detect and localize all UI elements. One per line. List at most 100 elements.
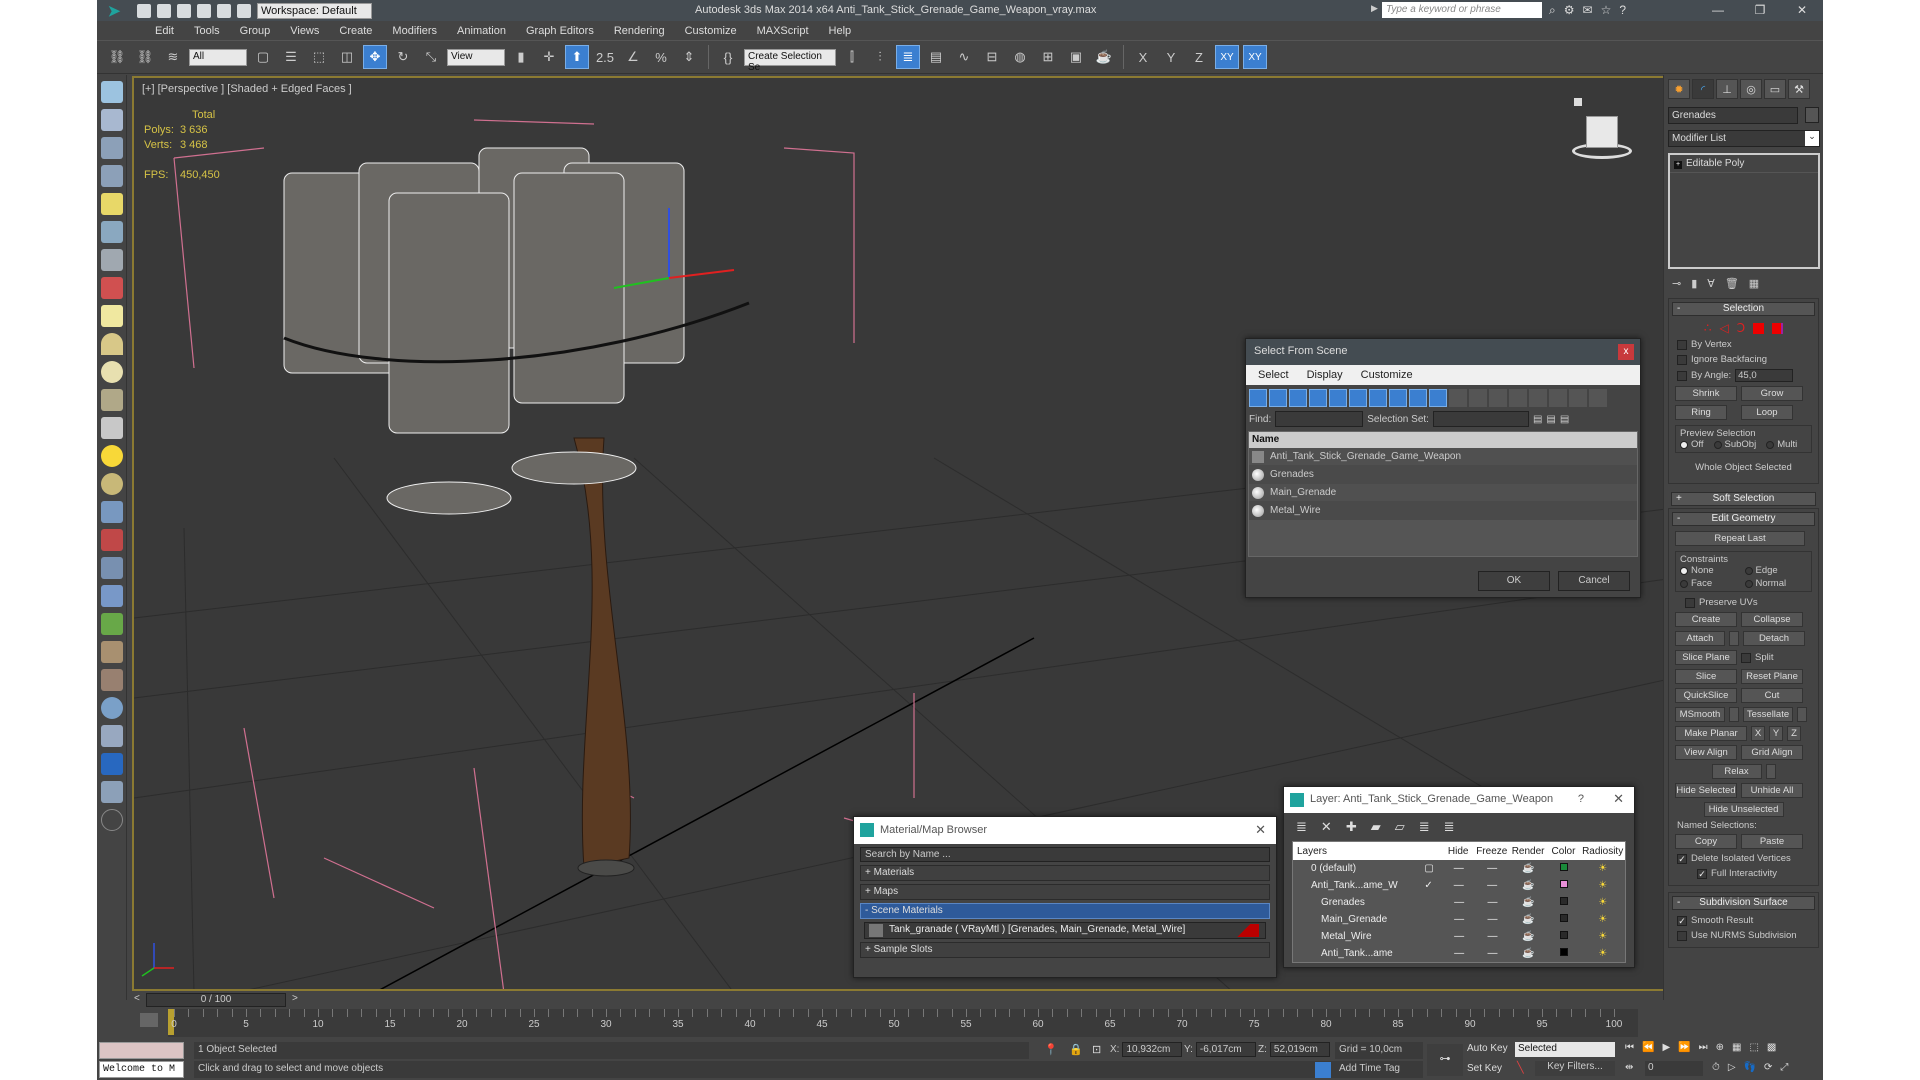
light-icon[interactable] [100, 193, 123, 215]
cloud-icon[interactable] [100, 585, 123, 607]
msmooth-settings-button[interactable] [1729, 707, 1739, 722]
freeze-toggle[interactable]: — [1475, 897, 1510, 908]
spinner-snap-icon[interactable]: ⇕ [677, 45, 701, 69]
detach-button[interactable]: Detach [1743, 631, 1805, 646]
material-item[interactable]: Tank_granade ( VRayMtl ) [Grenades, Main… [864, 922, 1266, 939]
zoom-extents-all-icon[interactable]: ▩ [1767, 1042, 1776, 1053]
hide-column[interactable]: Hide [1442, 846, 1474, 857]
unlink-icon[interactable]: ⛓ [133, 45, 157, 69]
shapes-filter-icon[interactable] [1269, 389, 1287, 407]
tessellate-button[interactable]: Tessellate [1743, 707, 1793, 722]
scene-materials-section[interactable]: - Scene Materials [860, 903, 1270, 919]
by-angle-checkbox[interactable]: By Angle: 45,0 [1669, 367, 1818, 384]
set-key-button[interactable]: Set Key [1467, 1063, 1502, 1074]
utilities-tab-icon[interactable]: ⚒ [1788, 79, 1810, 99]
name-column-header[interactable]: Name [1249, 432, 1637, 448]
binoculars-icon[interactable]: ⌕ [1549, 3, 1556, 18]
ox-icon[interactable] [100, 669, 123, 691]
export-icon[interactable] [100, 781, 123, 803]
isolate-icon[interactable]: 📍 [1044, 1043, 1058, 1056]
layer-name[interactable]: Anti_Tank...ame [1293, 948, 1425, 959]
angle-snap-icon[interactable]: ∠ [621, 45, 645, 69]
use-nurms-checkbox[interactable]: Use NURMS Subdivision [1669, 928, 1818, 943]
by-vertex-checkbox[interactable]: By Vertex [1669, 337, 1818, 352]
pin-stack-icon[interactable]: ⊸ [1672, 277, 1681, 290]
preserve-uvs-checkbox[interactable]: Preserve UVs [1669, 595, 1818, 610]
chevron-down-icon[interactable]: ⌄ [1805, 131, 1819, 146]
make-unique-icon[interactable]: ∀ [1707, 277, 1715, 290]
percent-snap-icon[interactable]: % [649, 45, 673, 69]
menu-tools[interactable]: Tools [184, 25, 230, 37]
preview-subobj-radio[interactable]: SubObj [1713, 439, 1756, 450]
set-key-icon[interactable]: ⊶ [1427, 1044, 1463, 1076]
menu-views[interactable]: Views [280, 25, 329, 37]
scale-icon[interactable]: ⤡ [419, 45, 443, 69]
render-teapot-icon[interactable]: ☕ [1510, 880, 1547, 891]
undo-icon[interactable] [197, 3, 211, 18]
structure-icon[interactable] [100, 557, 123, 579]
columns-icon[interactable] [1589, 389, 1607, 407]
shrink-button[interactable]: Shrink [1675, 386, 1737, 401]
axis-x-button[interactable]: X [1131, 45, 1155, 69]
radiosity-icon[interactable]: ☀ [1580, 880, 1625, 891]
select-all-icon[interactable] [1489, 389, 1507, 407]
remove-modifier-icon[interactable]: 🗑 [1725, 277, 1739, 290]
menu-create[interactable]: Create [329, 25, 382, 37]
layer-row[interactable]: Grenades — — ☕ ☀ [1293, 894, 1625, 911]
cancel-button[interactable]: Cancel [1558, 571, 1630, 591]
current-frame-field[interactable]: 0 [1645, 1061, 1703, 1076]
selection-set-dropdown[interactable] [1432, 411, 1529, 427]
grass-icon[interactable] [100, 613, 123, 635]
layer-color-swatch[interactable] [1559, 914, 1568, 922]
key-filters-button[interactable]: Key Filters... [1535, 1061, 1615, 1076]
maximize-viewport-icon[interactable]: ⤢ [1780, 1062, 1788, 1073]
hide-toggle[interactable]: — [1443, 897, 1475, 908]
freeze-toggle[interactable]: — [1475, 880, 1510, 891]
viewcube-box[interactable] [1586, 116, 1618, 148]
layer-row[interactable]: 0 (default) ▢ — — ☕ ☀ [1293, 860, 1625, 877]
highlight-layer-icon[interactable]: ▱ [1395, 819, 1405, 835]
find-input[interactable] [1275, 411, 1364, 427]
radiosity-icon[interactable]: ☀ [1581, 948, 1625, 959]
create-button[interactable]: Create [1675, 612, 1737, 627]
radiosity-icon[interactable]: ☀ [1581, 897, 1625, 908]
move-icon[interactable]: ✥ [363, 45, 387, 69]
track-bar-toggle-icon[interactable] [140, 1013, 158, 1027]
list-item[interactable]: Metal_Wire [1249, 502, 1637, 520]
layer-name[interactable]: 0 (default) [1293, 863, 1424, 874]
ring-button[interactable]: Ring [1675, 405, 1727, 420]
hide-all-icon[interactable]: ≣ [1419, 819, 1430, 835]
open-file-icon[interactable] [157, 3, 171, 18]
lights-filter-icon[interactable] [1289, 389, 1307, 407]
render-setup-icon[interactable]: ⊞ [1036, 45, 1060, 69]
selection-filter-dropdown[interactable]: All [189, 48, 247, 66]
viewport-label[interactable]: [+] [Perspective ] [Shaded + Edged Faces… [142, 83, 352, 95]
menu-select[interactable]: Select [1258, 369, 1289, 381]
plane-icon[interactable] [100, 305, 123, 327]
absolute-mode-icon[interactable]: ⊡ [1092, 1043, 1101, 1056]
material-search-input[interactable]: Search by Name ... [860, 847, 1270, 862]
radiosity-icon[interactable]: ☀ [1580, 863, 1625, 874]
radiosity-column[interactable]: Radiosity [1580, 846, 1625, 857]
teapot-icon[interactable] [100, 81, 123, 103]
minimize-button[interactable]: — [1697, 0, 1739, 21]
layer-row[interactable]: Anti_Tank...ame — — ☕ ☀ [1293, 945, 1625, 962]
x-coordinate-field[interactable]: 10,932cm [1122, 1042, 1183, 1057]
ignore-backfacing-checkbox[interactable]: Ignore Backfacing [1669, 352, 1818, 367]
relax-settings-button[interactable] [1765, 764, 1776, 779]
menu-rendering[interactable]: Rendering [604, 25, 675, 37]
hierarchy-tab-icon[interactable]: ⊥ [1716, 79, 1738, 99]
freeze-toggle[interactable]: — [1475, 914, 1510, 925]
copy-button[interactable]: Copy [1675, 834, 1737, 849]
radiosity-icon[interactable]: ☀ [1581, 931, 1625, 942]
home-icon[interactable] [1574, 98, 1582, 106]
layer-color-swatch[interactable] [1559, 880, 1568, 888]
edit-named-selection-icon[interactable]: {} [716, 45, 740, 69]
maxscript-listener-input[interactable] [99, 1042, 184, 1059]
time-config-icon[interactable]: ⏱ [1712, 1062, 1720, 1073]
render-teapot-icon[interactable]: ☕ [1510, 863, 1547, 874]
goto-start-icon[interactable]: ⏮ [1625, 1042, 1634, 1053]
element-mode-icon[interactable] [1772, 322, 1784, 334]
hide-toggle[interactable]: — [1443, 863, 1475, 874]
layer-manager-icon[interactable]: ≣ [896, 45, 920, 69]
